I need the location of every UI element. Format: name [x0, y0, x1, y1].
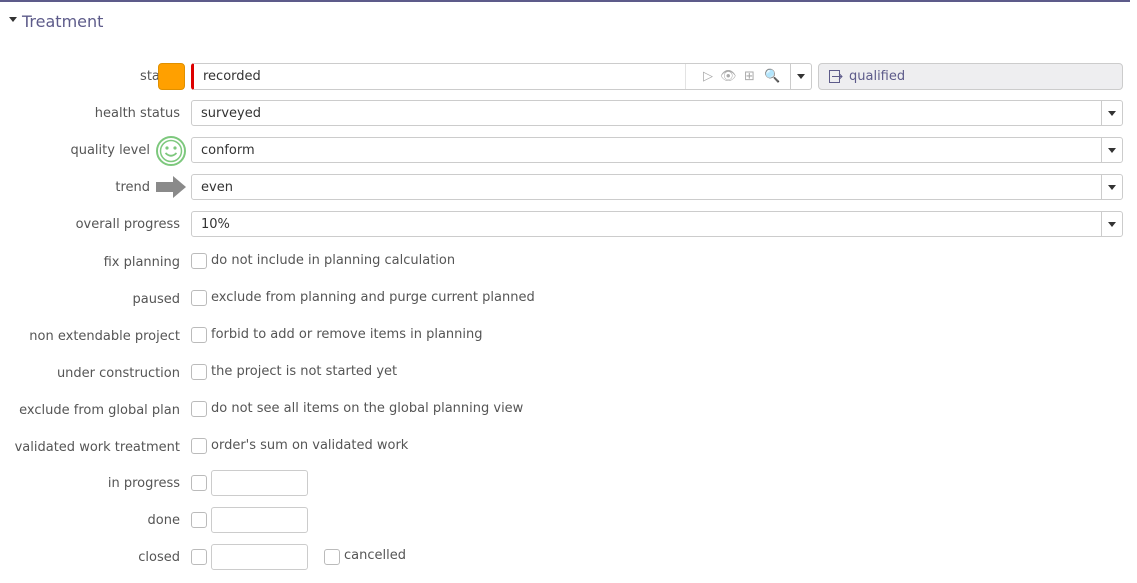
quality-level-label: quality level	[70, 143, 150, 158]
overall-progress-label: overall progress	[75, 217, 180, 232]
health-status-label: health status	[94, 106, 180, 121]
trend-row: trend even	[0, 174, 1137, 202]
status-color-swatch	[158, 63, 185, 90]
trend-value: even	[201, 180, 233, 195]
validated-work-description: order's sum on validated work	[211, 438, 409, 453]
fix-planning-label: fix planning	[103, 255, 180, 270]
status-select[interactable]: recorded ▷ 👁 ⊞ 🔍	[191, 63, 812, 90]
exclude-global-description: do not see all items on the global plann…	[211, 401, 524, 416]
in-progress-row: in progress	[0, 470, 1137, 498]
in-progress-checkbox[interactable]	[191, 475, 207, 491]
cancelled-checkbox[interactable]	[324, 549, 340, 565]
cancelled-label: cancelled	[344, 548, 406, 563]
under-construction-description: the project is not started yet	[211, 364, 398, 379]
non-extendable-description: forbid to add or remove items in plannin…	[211, 327, 483, 342]
status-value: recorded	[203, 69, 261, 84]
non-extendable-label: non extendable project	[29, 329, 180, 344]
smiley-icon	[156, 136, 186, 166]
next-status-button[interactable]: qualified	[818, 63, 1123, 90]
under-construction-row: under construction the project is not st…	[0, 360, 1137, 388]
closed-row: closed cancelled	[0, 544, 1137, 572]
health-status-row: health status surveyed	[0, 100, 1137, 128]
fix-planning-checkbox[interactable]	[191, 253, 207, 269]
status-row: status recorded ▷ 👁 ⊞ 🔍 qualified	[0, 63, 1137, 91]
done-date-input[interactable]	[211, 507, 308, 533]
play-icon[interactable]: ▷	[703, 69, 713, 84]
health-status-value: surveyed	[201, 106, 261, 121]
health-status-select[interactable]: surveyed	[191, 100, 1123, 126]
quality-level-dropdown-button[interactable]	[1101, 138, 1122, 162]
overall-progress-dropdown-button[interactable]	[1101, 212, 1122, 236]
exclude-global-row: exclude from global plan do not see all …	[0, 397, 1137, 425]
trend-label: trend	[115, 180, 150, 195]
add-icon[interactable]: ⊞	[744, 69, 755, 84]
in-progress-label: in progress	[107, 476, 180, 491]
paused-checkbox[interactable]	[191, 290, 207, 306]
under-construction-checkbox[interactable]	[191, 364, 207, 380]
done-label: done	[147, 513, 180, 528]
trend-select[interactable]: even	[191, 174, 1123, 200]
validated-work-row: validated work treatment order's sum on …	[0, 434, 1137, 462]
health-status-dropdown-button[interactable]	[1101, 101, 1122, 125]
status-actions: ▷ 👁 ⊞ 🔍	[685, 64, 782, 89]
overall-progress-select[interactable]: 10%	[191, 211, 1123, 237]
collapse-arrow-icon[interactable]	[9, 17, 17, 22]
under-construction-label: under construction	[56, 366, 180, 381]
section-title: Treatment	[22, 12, 104, 31]
closed-checkbox[interactable]	[191, 549, 207, 565]
paused-description: exclude from planning and purge current …	[211, 290, 535, 305]
move-to-status-icon	[829, 70, 843, 83]
trend-dropdown-button[interactable]	[1101, 175, 1122, 199]
quality-level-value: conform	[201, 143, 255, 158]
quality-level-select[interactable]: conform	[191, 137, 1123, 163]
paused-label: paused	[132, 292, 180, 307]
overall-progress-value: 10%	[201, 217, 230, 232]
eye-icon[interactable]: 👁	[720, 69, 737, 84]
next-status-label: qualified	[849, 69, 906, 84]
quality-level-row: quality level conform	[0, 136, 1137, 166]
status-dropdown-button[interactable]	[790, 64, 811, 89]
non-extendable-checkbox[interactable]	[191, 327, 207, 343]
fix-planning-row: fix planning do not include in planning …	[0, 249, 1137, 277]
closed-date-input[interactable]	[211, 544, 308, 570]
done-row: done	[0, 507, 1137, 535]
validated-work-label: validated work treatment	[14, 440, 180, 455]
in-progress-date-input[interactable]	[211, 470, 308, 496]
search-icon[interactable]: 🔍	[764, 69, 780, 84]
fix-planning-description: do not include in planning calculation	[211, 253, 456, 268]
closed-label: closed	[138, 550, 180, 565]
paused-row: paused exclude from planning and purge c…	[0, 286, 1137, 314]
done-checkbox[interactable]	[191, 512, 207, 528]
exclude-global-checkbox[interactable]	[191, 401, 207, 417]
treatment-section-header[interactable]: Treatment	[0, 0, 1130, 36]
arrow-right-icon	[156, 176, 186, 198]
overall-progress-row: overall progress 10%	[0, 211, 1137, 239]
exclude-global-label: exclude from global plan	[19, 403, 180, 418]
non-extendable-row: non extendable project forbid to add or …	[0, 323, 1137, 351]
validated-work-checkbox[interactable]	[191, 438, 207, 454]
